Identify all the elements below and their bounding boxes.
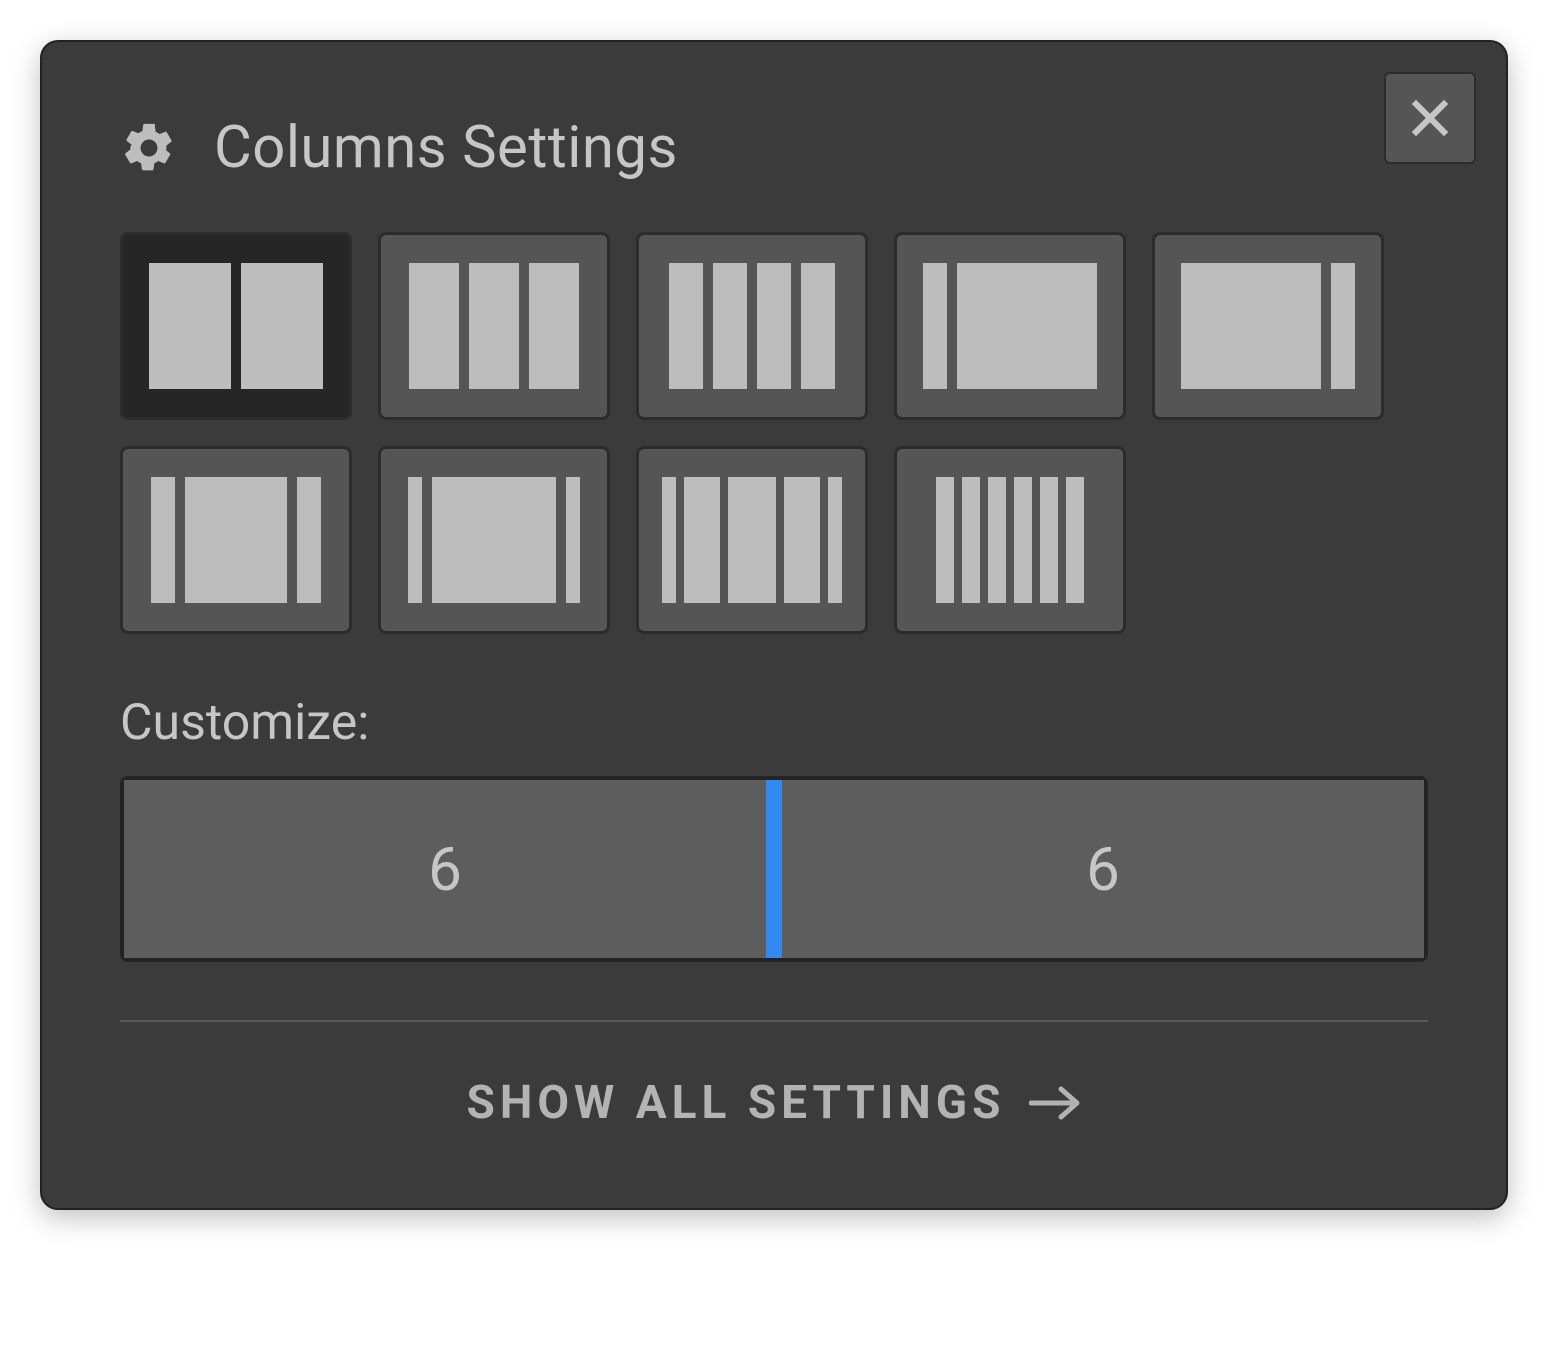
gear-icon xyxy=(120,119,178,177)
show-all-settings-label: SHOW ALL SETTINGS xyxy=(467,1076,1006,1130)
show-all-settings-button[interactable]: SHOW ALL SETTINGS xyxy=(42,1022,1506,1204)
customize-label: Customize: xyxy=(42,644,1506,776)
preset-2-2-2-2-2-2[interactable] xyxy=(894,446,1126,634)
preset-2-10[interactable] xyxy=(894,232,1126,420)
preset-2-8-2[interactable] xyxy=(120,446,352,634)
columns-settings-panel: Columns Settings Customize: 6 6 SHOW ALL… xyxy=(40,40,1508,1210)
arrow-right-icon xyxy=(1029,1082,1081,1124)
columns-icon xyxy=(1181,263,1355,389)
columns-icon xyxy=(151,477,321,603)
close-icon xyxy=(1410,98,1450,138)
panel-title: Columns Settings xyxy=(214,114,678,182)
customize-right-value: 6 xyxy=(782,780,1424,958)
preset-1-10-1[interactable] xyxy=(378,446,610,634)
close-button[interactable] xyxy=(1384,72,1476,164)
columns-icon xyxy=(936,477,1084,603)
preset-4-4-4[interactable] xyxy=(378,232,610,420)
columns-icon xyxy=(408,477,580,603)
customize-left-value: 6 xyxy=(124,780,766,958)
preset-6-6[interactable] xyxy=(120,232,352,420)
preset-10-2[interactable] xyxy=(1152,232,1384,420)
columns-icon xyxy=(923,263,1097,389)
columns-icon xyxy=(409,263,579,389)
customize-slider[interactable]: 6 6 xyxy=(120,776,1428,962)
columns-icon xyxy=(669,263,835,389)
customize-divider-handle[interactable] xyxy=(766,780,782,958)
preset-1-3-4-3-1[interactable] xyxy=(636,446,868,634)
columns-icon xyxy=(149,263,323,389)
columns-icon xyxy=(662,477,842,603)
preset-3-3-3-3[interactable] xyxy=(636,232,868,420)
